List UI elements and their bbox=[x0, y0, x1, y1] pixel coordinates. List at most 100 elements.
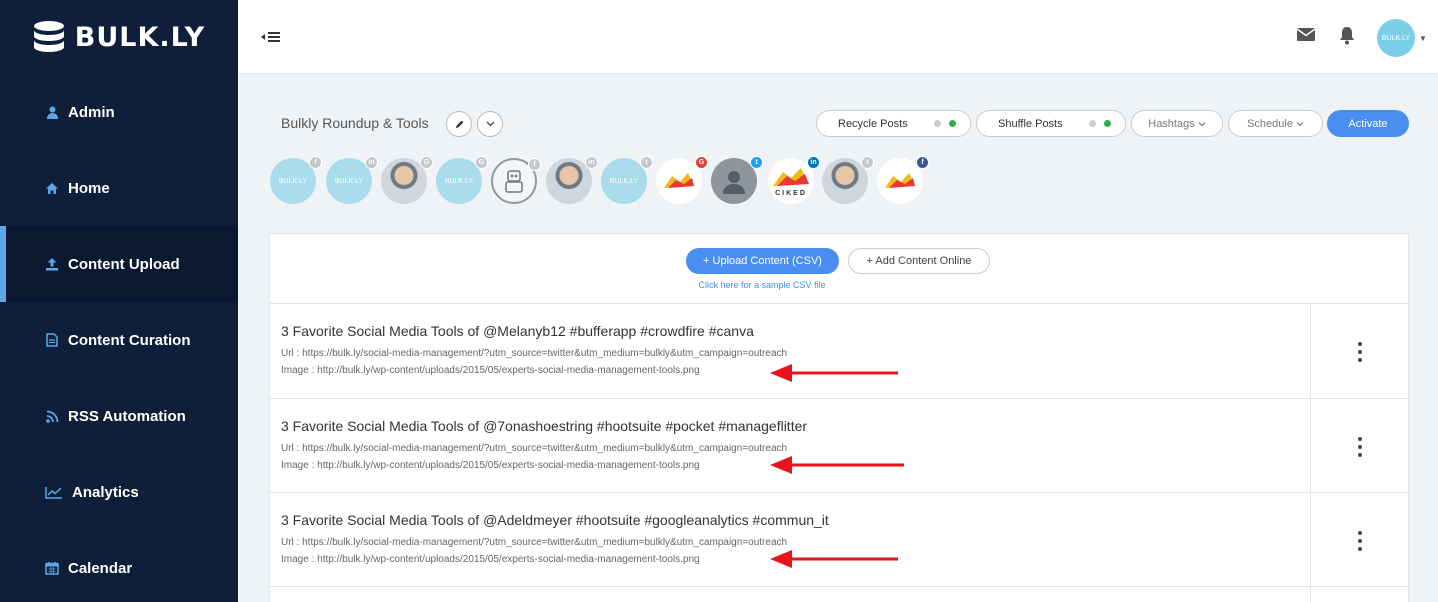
sidebar-item-label: Calendar bbox=[68, 559, 133, 577]
google-icon: G bbox=[420, 156, 433, 169]
sidebar-item-rss-automation[interactable]: RSS Automation bbox=[0, 378, 238, 454]
content-row: 3 Favorite Social Media Tools of @7onash… bbox=[270, 398, 1409, 493]
shuffle-posts-label: Shuffle Posts bbox=[998, 117, 1063, 130]
recycle-posts-toggle[interactable]: Recycle Posts bbox=[816, 110, 971, 137]
content-row-body: 3 Favorite Social Media Tools of @7onash… bbox=[270, 399, 1311, 493]
twitter-icon: t bbox=[750, 156, 763, 169]
profile-avatar[interactable]: t bbox=[822, 156, 874, 204]
profile-avatar[interactable]: G bbox=[381, 156, 433, 204]
upload-csv-button[interactable]: + Upload Content (CSV) bbox=[686, 248, 839, 274]
document-icon bbox=[44, 332, 60, 348]
facebook-icon: f bbox=[309, 156, 322, 169]
profile-avatar[interactable]: G bbox=[656, 156, 708, 204]
sidebar-item-content-upload[interactable]: Content Upload bbox=[0, 226, 238, 302]
toggle-on-dot bbox=[1104, 120, 1111, 127]
user-icon bbox=[44, 104, 60, 120]
more-options-icon[interactable] bbox=[1353, 342, 1367, 362]
profile-avatar[interactable]: BULK.LY in bbox=[326, 156, 378, 204]
more-options-icon[interactable] bbox=[1353, 531, 1367, 551]
profile-avatar[interactable]: in bbox=[546, 156, 598, 204]
profile-label: BULK.LY bbox=[334, 177, 364, 185]
sidebar-item-label: Content Curation bbox=[68, 331, 191, 349]
robot-logo-icon bbox=[505, 170, 523, 193]
toggle-off-dot bbox=[1089, 120, 1096, 127]
group-dropdown-button[interactable] bbox=[477, 111, 503, 137]
bell-icon[interactable] bbox=[1338, 25, 1356, 50]
facebook-icon: f bbox=[528, 158, 541, 171]
sample-csv-link[interactable]: Click here for a sample CSV file bbox=[270, 280, 1254, 290]
default-user-icon bbox=[723, 171, 745, 194]
caret-down-icon[interactable]: ▼ bbox=[1419, 34, 1427, 43]
sidebar-item-label: Analytics bbox=[72, 483, 139, 501]
profile-label: BULK.LY bbox=[444, 177, 474, 185]
post-title: 3 Favorite Social Media Tools of @7onash… bbox=[281, 418, 808, 434]
fire-logo-icon bbox=[885, 173, 915, 188]
red-arrow-annotation bbox=[770, 550, 898, 568]
shuffle-posts-toggle[interactable]: Shuffle Posts bbox=[976, 110, 1126, 137]
sidebar-item-label: Admin bbox=[68, 103, 115, 121]
twitter-icon: t bbox=[640, 156, 653, 169]
sidebar-item-analytics[interactable]: Analytics bbox=[0, 454, 238, 530]
fire-logo-icon bbox=[773, 167, 809, 186]
envelope-icon[interactable] bbox=[1296, 26, 1316, 47]
content-row-body bbox=[270, 587, 1311, 602]
toggle-off-dot bbox=[934, 120, 941, 127]
sidebar-item-calendar[interactable]: Calendar bbox=[0, 530, 238, 602]
user-menu[interactable]: BULK.LY ▼ bbox=[1377, 19, 1427, 57]
sidebar-item-label: Home bbox=[68, 179, 110, 197]
post-image: Image : http://bulk.ly/wp-content/upload… bbox=[281, 554, 700, 565]
profile-avatar[interactable]: BULK.LY t bbox=[601, 156, 653, 204]
content-row: 3 Favorite Social Media Tools of @Adeldm… bbox=[270, 492, 1409, 587]
google-icon: G bbox=[475, 156, 488, 169]
hashtags-label: Hashtags bbox=[1148, 117, 1195, 130]
profile-avatar[interactable]: BULK.LY f bbox=[270, 156, 322, 204]
linkedin-icon: in bbox=[807, 156, 820, 169]
sidebar-item-label: Content Upload bbox=[68, 255, 180, 273]
calendar-icon bbox=[44, 560, 60, 576]
menu-toggle-icon[interactable] bbox=[260, 28, 282, 46]
chevron-down-icon bbox=[1198, 121, 1206, 126]
group-title: Bulkly Roundup & Tools bbox=[281, 115, 429, 131]
twitter-icon: t bbox=[861, 156, 874, 169]
more-options-icon[interactable] bbox=[1353, 437, 1367, 457]
chevron-down-icon bbox=[486, 121, 494, 127]
schedule-label: Schedule bbox=[1247, 117, 1293, 130]
activate-button[interactable]: Activate bbox=[1327, 110, 1409, 137]
profile-avatar[interactable]: CIKED in bbox=[768, 156, 820, 204]
profile-avatar[interactable]: f bbox=[491, 158, 541, 204]
add-content-online-button[interactable]: + Add Content Online bbox=[848, 248, 990, 274]
sidebar-item-label: RSS Automation bbox=[68, 407, 186, 425]
brand-logo[interactable]: BULK.LY bbox=[0, 0, 238, 74]
profile-label: BULK.LY bbox=[609, 177, 639, 185]
post-title: 3 Favorite Social Media Tools of @Adeldm… bbox=[281, 512, 829, 528]
sidebar-item-content-curation[interactable]: Content Curation bbox=[0, 302, 238, 378]
schedule-dropdown[interactable]: Schedule bbox=[1228, 110, 1323, 137]
profile-avatar[interactable]: t bbox=[711, 156, 763, 204]
linkedin-icon: in bbox=[365, 156, 378, 169]
chart-line-icon bbox=[44, 484, 64, 500]
content-row-body: 3 Favorite Social Media Tools of @Adeldm… bbox=[270, 493, 1311, 587]
sidebar-item-home[interactable]: Home bbox=[0, 150, 238, 226]
post-url: Url : https://bulk.ly/social-media-manag… bbox=[281, 348, 788, 359]
sidebar: BULK.LY Admin Home Content Upload Conten… bbox=[0, 0, 238, 602]
home-icon bbox=[44, 180, 60, 196]
sidebar-item-admin[interactable]: Admin bbox=[0, 74, 238, 150]
edit-group-button[interactable] bbox=[446, 111, 472, 137]
red-arrow-annotation bbox=[770, 456, 904, 474]
post-image: Image : http://bulk.ly/wp-content/upload… bbox=[281, 365, 700, 376]
pencil-icon bbox=[455, 120, 463, 128]
red-arrow-annotation bbox=[770, 364, 898, 382]
hashtags-dropdown[interactable]: Hashtags bbox=[1131, 110, 1223, 137]
profile-avatar[interactable]: f bbox=[877, 156, 929, 204]
content-row bbox=[270, 586, 1409, 602]
profile-avatar[interactable]: BULK.LY G bbox=[436, 156, 488, 204]
profile-label: BULK.LY bbox=[278, 177, 308, 185]
database-icon bbox=[33, 21, 64, 52]
rss-icon bbox=[44, 408, 60, 424]
post-url: Url : https://bulk.ly/social-media-manag… bbox=[281, 443, 788, 454]
avatar[interactable]: BULK.LY bbox=[1377, 19, 1415, 57]
upload-icon bbox=[44, 256, 60, 272]
post-image: Image : http://bulk.ly/wp-content/upload… bbox=[281, 460, 700, 471]
chevron-down-icon bbox=[1296, 121, 1304, 126]
post-title: 3 Favorite Social Media Tools of @Melany… bbox=[281, 323, 754, 339]
